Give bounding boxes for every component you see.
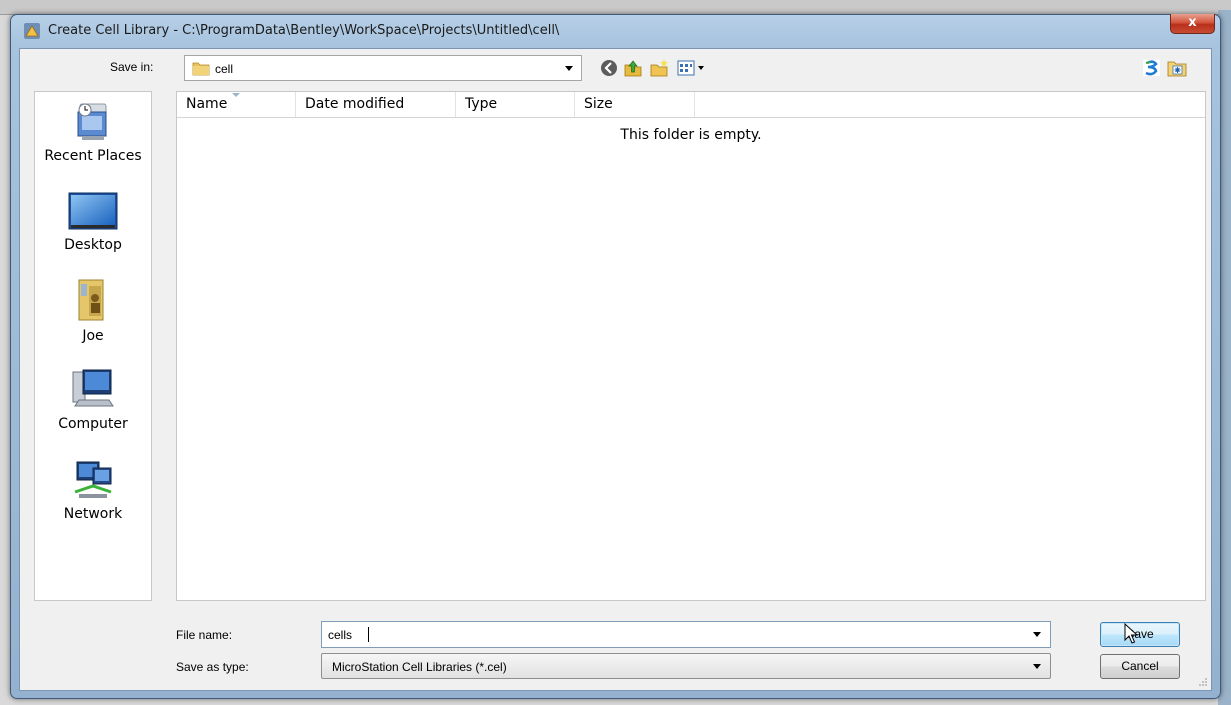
save-in-value: cell [215,62,234,76]
dialog-client-area: Save in: cell Recent Places Desktop Joe … [19,48,1212,691]
place-label: Desktop [64,237,122,253]
sort-arrow-icon [232,93,240,97]
place-label: Recent Places [44,148,142,164]
save-in-dropdown[interactable]: cell [184,55,582,81]
place-joe[interactable]: Joe [35,276,151,364]
network-icon [74,461,112,498]
column-label: Date modified [305,96,405,112]
place-computer[interactable]: Computer [35,366,151,454]
file-name-label: File name: [176,628,233,642]
views-menu-icon[interactable] [676,57,708,79]
chevron-down-icon[interactable] [565,66,573,71]
save-as-type-value: MicroStation Cell Libraries (*.cel) [332,660,507,674]
column-header-name[interactable]: Name [177,92,296,117]
cancel-button[interactable]: Cancel [1100,654,1180,679]
file-name-value: cells [328,628,353,642]
computer-icon [72,369,114,407]
save-in-label: Save in: [110,60,154,74]
place-label: Computer [58,416,128,432]
resize-grip-icon[interactable] [1198,677,1208,687]
file-list-view[interactable]: Name Date modified Type Size This folder… [176,91,1206,601]
place-label: Network [63,506,123,522]
chevron-down-icon[interactable] [1033,664,1041,669]
save-as-type-label: Save as type: [176,660,249,674]
text-caret [368,627,369,642]
column-label: Size [584,96,613,112]
column-header: Name Date modified Type Size [177,92,1205,118]
mouse-pointer-icon [1124,623,1138,644]
column-label: Name [186,96,228,112]
up-one-level-icon[interactable] [622,57,644,79]
folder-icon [192,62,210,76]
places-bar: Recent Places Desktop Joe Computer Netwo… [34,91,152,601]
place-desktop[interactable]: Desktop [35,189,151,277]
microstation-app-icon [24,23,40,39]
column-label: Type [465,96,498,112]
title-bar[interactable]: Create Cell Library - C:\ProgramData\Ben… [11,14,1220,47]
save-button[interactable]: Save [1100,622,1180,647]
browse-folder-icon[interactable] [1166,57,1188,79]
empty-folder-message: This folder is empty. [620,127,762,143]
column-header-type[interactable]: Type [456,92,575,117]
place-label: Joe [82,328,104,344]
create-cell-library-dialog: Create Cell Library - C:\ProgramData\Ben… [10,14,1221,699]
place-recent-places[interactable]: Recent Places [35,98,151,186]
place-network[interactable]: Network [35,456,151,544]
file-name-input[interactable]: cells [321,621,1051,648]
recent-places-icon [77,103,107,140]
user-folder-icon [78,279,104,321]
desktop-icon [68,192,118,230]
chevron-down-icon[interactable] [1033,632,1041,637]
back-arrow-icon[interactable] [598,57,620,79]
close-button[interactable]: x [1170,14,1215,34]
background-toolbar [0,0,1231,15]
new-folder-icon[interactable] [648,57,670,79]
save-as-type-dropdown[interactable]: MicroStation Cell Libraries (*.cel) [321,653,1051,679]
column-header-date-modified[interactable]: Date modified [296,92,456,117]
refresh-help-icon[interactable] [1141,57,1163,79]
window-title: Create Cell Library - C:\ProgramData\Ben… [48,23,560,38]
column-header-size[interactable]: Size [575,92,695,117]
